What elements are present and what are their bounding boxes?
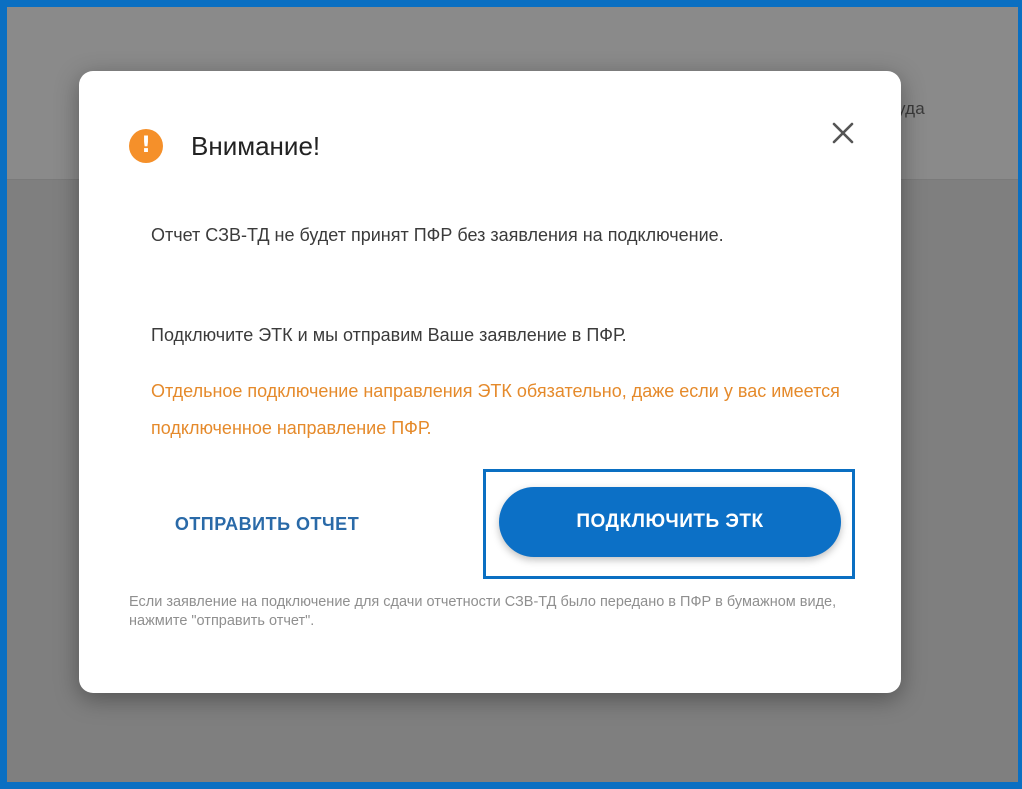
- send-report-button[interactable]: ОТПРАВИТЬ ОТЧЕТ: [167, 507, 367, 541]
- warning-icon: !: [129, 129, 163, 163]
- attention-dialog: ! Внимание! Отчет СЗВ-ТД не будет принят…: [79, 71, 901, 693]
- connect-etk-button[interactable]: ПОДКЛЮЧИТЬ ЭТК: [499, 487, 841, 557]
- dialog-paragraph-1: Отчет СЗВ-ТД не будет принят ПФР без зая…: [151, 225, 724, 245]
- dialog-title: Внимание!: [191, 130, 321, 161]
- close-button[interactable]: [827, 117, 859, 149]
- dialog-warning-text: Отдельное подключение направления ЭТК об…: [151, 381, 840, 438]
- dialog-paragraph-2: Подключите ЭТК и мы отправим Ваше заявле…: [151, 325, 627, 345]
- screen-frame: уда ! Внимание! Отчет СЗВ-ТД не будет пр…: [0, 0, 1022, 789]
- close-icon: [832, 122, 854, 144]
- background-header-text: уда: [897, 99, 925, 118]
- dialog-footnote: Если заявление на подключение для сдачи …: [129, 594, 837, 629]
- dialog-header: ! Внимание!: [129, 129, 320, 163]
